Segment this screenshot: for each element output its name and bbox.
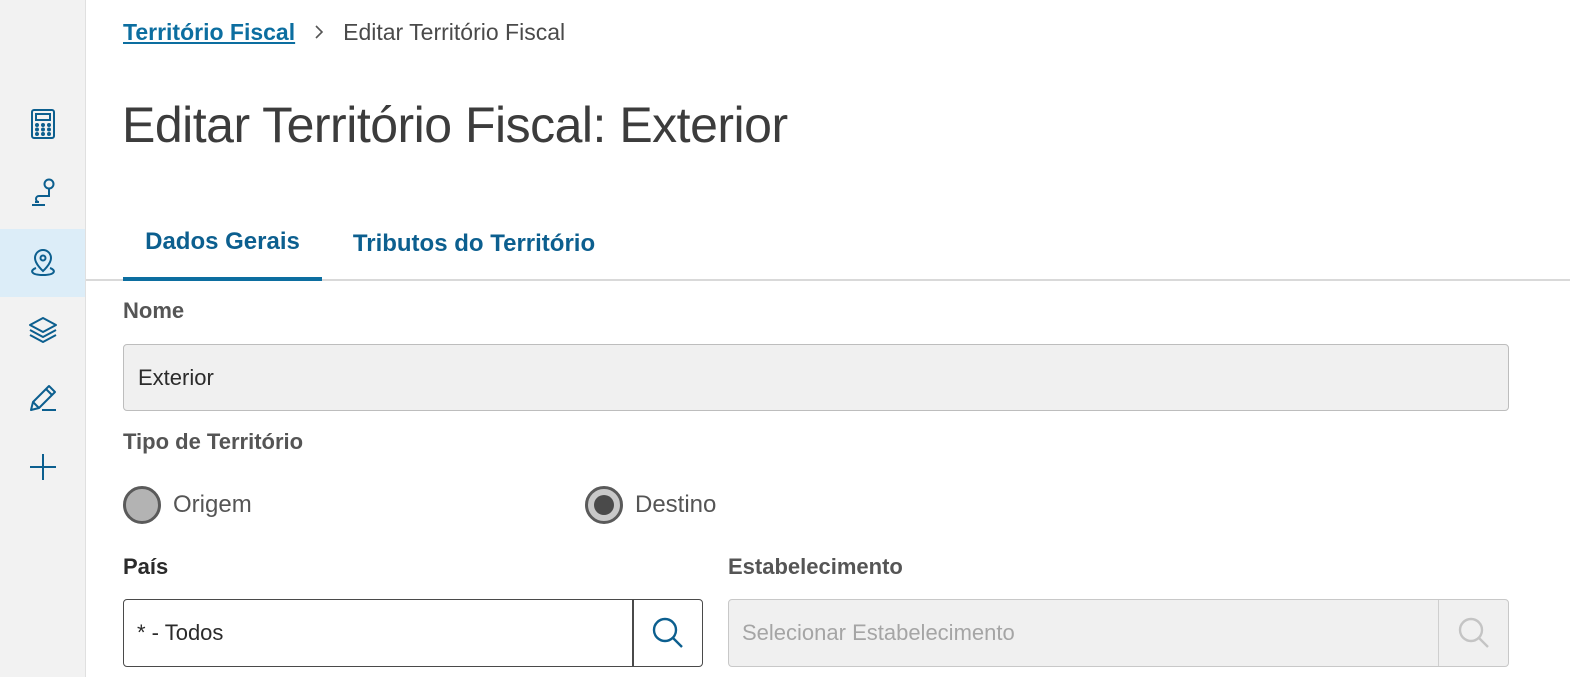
breadcrumb: Território Fiscal Editar Território Fisc… bbox=[123, 16, 565, 48]
sidebar-item-edit[interactable] bbox=[0, 364, 85, 432]
sidebar-item-add[interactable] bbox=[0, 433, 85, 501]
layers-icon bbox=[28, 317, 57, 343]
sidebar-item-route[interactable] bbox=[0, 158, 85, 226]
chevron-right-icon bbox=[313, 24, 325, 40]
search-icon bbox=[1458, 617, 1489, 648]
map-pin-icon bbox=[30, 248, 55, 277]
pais-search-button[interactable] bbox=[632, 600, 702, 666]
radio-destino-dot bbox=[594, 495, 614, 515]
radio-destino-circle[interactable] bbox=[585, 486, 623, 524]
tab-tributos-do-territorio[interactable]: Tributos do Território bbox=[344, 206, 604, 281]
search-icon bbox=[652, 617, 683, 648]
pais-lookup: * - Todos bbox=[123, 599, 703, 667]
radio-origem-label: Origem bbox=[173, 491, 252, 518]
pencil-icon bbox=[29, 385, 56, 411]
page-title: Editar Território Fiscal: Exterior bbox=[122, 97, 788, 153]
pais-label: País bbox=[123, 554, 169, 579]
sidebar-item-calculator[interactable] bbox=[0, 90, 85, 158]
estabelecimento-label: Estabelecimento bbox=[728, 554, 903, 579]
sidebar-item-territory[interactable] bbox=[0, 229, 85, 297]
tab-dados-gerais[interactable]: Dados Gerais bbox=[123, 206, 322, 281]
estabelecimento-input: Selecionar Estabelecimento bbox=[742, 620, 1015, 645]
nome-label: Nome bbox=[123, 298, 185, 323]
sidebar bbox=[0, 0, 86, 677]
plus-icon bbox=[29, 454, 56, 480]
pais-input[interactable]: * - Todos bbox=[124, 600, 632, 666]
estabelecimento-lookup: Selecionar Estabelecimento bbox=[728, 599, 1509, 667]
radio-destino[interactable]: Destino bbox=[585, 486, 716, 524]
breadcrumb-link-territorio-fiscal[interactable]: Território Fiscal bbox=[123, 19, 295, 46]
route-pin-icon bbox=[31, 178, 54, 206]
tipo-territorio-label: Tipo de Território bbox=[123, 429, 304, 454]
tab-bar: Dados Gerais Tributos do Território bbox=[86, 206, 1570, 281]
calculator-icon bbox=[30, 109, 55, 139]
radio-origem[interactable]: Origem bbox=[123, 486, 252, 524]
nome-field: Exterior bbox=[123, 344, 1509, 411]
sidebar-item-layers[interactable] bbox=[0, 296, 85, 364]
radio-origem-circle[interactable] bbox=[123, 486, 161, 524]
estabelecimento-search-button bbox=[1438, 600, 1508, 666]
breadcrumb-current: Editar Território Fiscal bbox=[343, 18, 566, 45]
radio-destino-label: Destino bbox=[635, 491, 717, 518]
